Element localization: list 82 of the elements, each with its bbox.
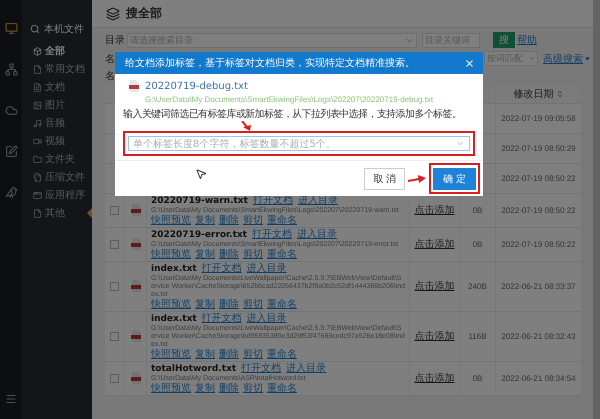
tag-input-field[interactable]: 单个标签长度8个字符，标签数量不超过5个。	[128, 136, 470, 151]
sidebar-item[interactable]: 视频	[30, 135, 92, 147]
help-link[interactable]: 帮助	[517, 33, 537, 47]
ok-button[interactable]: 确 定	[433, 168, 476, 190]
sidebar-item[interactable]: 其他	[30, 207, 92, 219]
sidebar-item[interactable]: 全部	[30, 45, 92, 57]
advanced-search-link[interactable]: 高级搜索	[543, 52, 583, 66]
cancel-button[interactable]: 取 消	[364, 168, 406, 190]
file-name: index.txt	[151, 264, 197, 274]
file-link[interactable]: 打开文档	[202, 312, 242, 324]
sidebar-item[interactable]: 常用文档	[30, 63, 92, 75]
file-name: 20220719-error.txt	[151, 230, 247, 240]
file-link[interactable]: 打开文档	[241, 362, 282, 374]
file-name: index.txt	[151, 314, 197, 324]
file-action-link[interactable]: 剪切	[243, 248, 263, 260]
file-action-link[interactable]: 剪切	[243, 382, 263, 394]
file-action-link[interactable]: 剪切	[243, 214, 263, 226]
modified-date: 2022-06-21 08:33:37	[501, 282, 576, 291]
file-name-link[interactable]: 20220719-debug.txt	[145, 80, 248, 92]
directory-label: 目录	[105, 34, 125, 47]
file-action-link[interactable]: 剪切	[243, 298, 263, 310]
sidebar-item[interactable]: 压缩文件	[30, 171, 92, 183]
modified-date: 2022-07-19 09:05:58	[501, 114, 576, 123]
file-link[interactable]: 进入目录	[246, 262, 287, 274]
file-action-link[interactable]: 删除	[219, 248, 239, 260]
file-action-link[interactable]: 复制	[195, 348, 215, 360]
sidebar-item[interactable]: 文档	[30, 81, 92, 93]
name-label: 名	[105, 52, 115, 66]
file-action-link[interactable]: 快照预览	[151, 348, 191, 360]
modified-date: 2022-07-19 08:50:22	[501, 240, 576, 249]
modified-date: 2022-06-21 08:34:54	[501, 374, 576, 383]
file-action-link[interactable]: 快照预览	[151, 248, 191, 260]
modified-date: 2022-07-19 08:50:22	[501, 206, 576, 215]
file-link[interactable]: 进入目录	[296, 228, 337, 240]
sidebar-item[interactable]: 图片	[30, 99, 92, 111]
file-link[interactable]: 进入目录	[286, 362, 326, 374]
file-action-link[interactable]: 复制	[195, 382, 215, 394]
modified-date: 2022-07-19 08:50:29	[501, 144, 576, 153]
file-action-link[interactable]: 重命名	[267, 382, 297, 394]
sidebar-item[interactable]: 音频	[30, 117, 92, 129]
file-size: 240B	[468, 282, 487, 291]
tag-prompt: 输入关键词筛选已有标签库或新加标签，从下拉列表中选择，支持添加多个标签。	[123, 109, 462, 121]
file-name: 20220719-warn.txt	[151, 197, 248, 206]
file-action-link[interactable]: 快照预览	[151, 298, 191, 310]
add-tag-link[interactable]: 点击添加	[414, 329, 454, 344]
file-path: G:\UserData\My Documents\SmartEkwingFiles\Logs\202207\20220719-debug.txt	[144, 95, 434, 104]
modified-date: 2022-06-21 08:32:43	[501, 332, 576, 341]
file-action-link[interactable]: 重命名	[267, 214, 297, 226]
add-tag-link[interactable]: 点击添加	[414, 371, 454, 386]
modified-date: 2022-07-19 08:50:22	[501, 174, 576, 183]
file-action-link[interactable]: 重命名	[267, 248, 297, 260]
add-tag-link[interactable]: 点击添加	[414, 203, 454, 218]
file-action-link[interactable]: 复制	[195, 214, 215, 226]
file-link[interactable]: 打开文档	[202, 262, 242, 274]
add-tag-link[interactable]: 点击添加	[414, 237, 454, 252]
column-header: 修改日期	[514, 88, 554, 101]
file-action-link[interactable]: 删除	[219, 348, 239, 360]
add-tag-link[interactable]: 点击添加	[414, 279, 454, 294]
sidebar-heading: 本机文件	[44, 22, 84, 36]
file-name: totalHotword.txt	[151, 364, 236, 374]
file-action-link[interactable]: 复制	[195, 298, 215, 310]
file-link[interactable]: 打开文档	[252, 228, 292, 240]
file-size: 116B	[468, 332, 487, 341]
sidebar-item[interactable]: 文件夹	[30, 153, 92, 165]
file-size: 0B	[472, 206, 482, 215]
file-action-link[interactable]: 复制	[195, 248, 215, 260]
file-action-link[interactable]: 重命名	[267, 298, 297, 310]
list-caption: 名	[104, 70, 116, 83]
page-title: 搜全部	[126, 5, 162, 22]
file-action-link[interactable]: 重命名	[267, 348, 297, 360]
file-link[interactable]: 进入目录	[246, 312, 287, 324]
file-action-link[interactable]: 删除	[219, 298, 239, 310]
sidebar-item[interactable]: 应用程序	[30, 189, 92, 201]
file-size: 0B	[472, 240, 482, 249]
file-action-link[interactable]: 剪切	[243, 348, 263, 360]
file-action-link[interactable]: 快照预览	[151, 382, 191, 394]
search-button[interactable]: 搜	[493, 32, 515, 48]
file-action-link[interactable]: 删除	[219, 214, 239, 226]
file-action-link[interactable]: 快照预览	[151, 214, 191, 226]
file-action-link[interactable]: 删除	[219, 382, 239, 394]
file-size: 0B	[472, 374, 482, 383]
dialog-title: 给文档添加标签，基于标签对文档归类，实现特定文档精准搜索。	[125, 56, 415, 70]
